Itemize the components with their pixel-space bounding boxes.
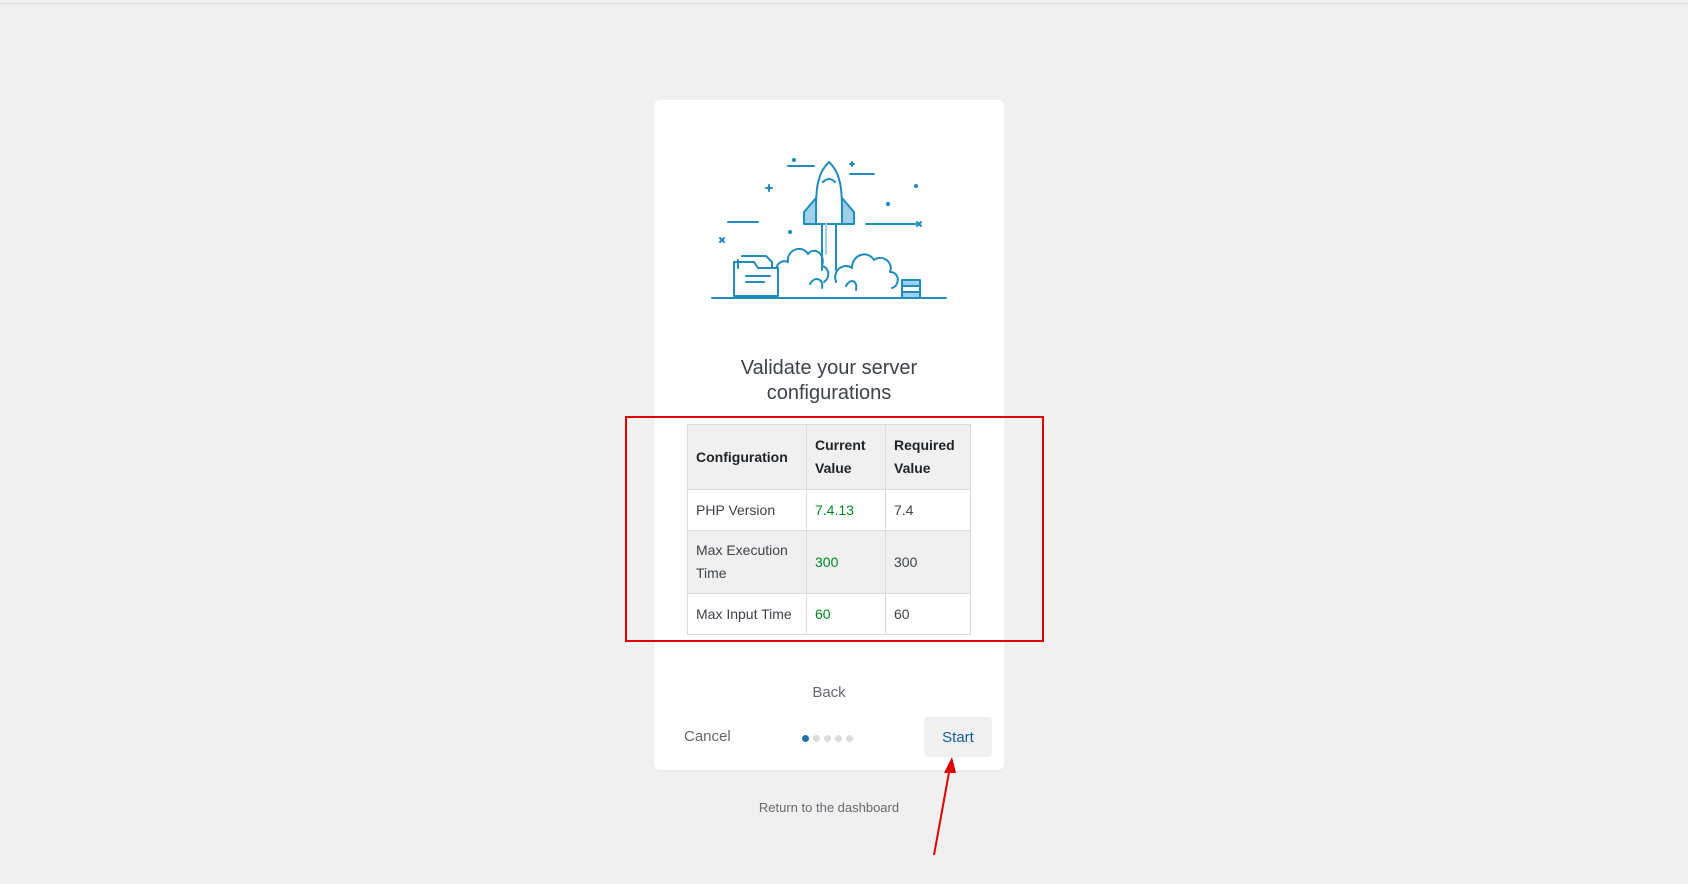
required-value: 7.4 xyxy=(885,489,971,531)
required-value: 60 xyxy=(885,593,971,635)
step-dot-4 xyxy=(835,735,842,742)
page-title-line1: Validate your server xyxy=(740,357,918,379)
step-dot-2 xyxy=(813,735,820,742)
table-header-row: Configuration Current Value Required Val… xyxy=(687,424,971,490)
current-value: 300 xyxy=(806,530,886,594)
step-dot-3 xyxy=(824,735,831,742)
header-current-line1: Current xyxy=(815,437,866,453)
table-row: Max Input Time 60 60 xyxy=(687,593,971,635)
cancel-link[interactable]: Cancel xyxy=(684,728,731,745)
config-name: PHP Version xyxy=(687,489,807,531)
server-config-table: Configuration Current Value Required Val… xyxy=(687,424,971,635)
config-name: Max Execution Time xyxy=(687,530,807,594)
config-name: Max Input Time xyxy=(687,593,807,635)
rocket-launch-illustration-icon xyxy=(711,158,947,299)
config-name-line1: Max Execution xyxy=(696,542,788,558)
start-button[interactable]: Start xyxy=(924,717,992,757)
step-dot-5 xyxy=(846,735,853,742)
header-current-value: Current Value xyxy=(806,424,886,490)
required-value: 300 xyxy=(885,530,971,594)
config-name-line2: Time xyxy=(696,565,727,581)
step-dot-1 xyxy=(802,735,809,742)
setup-wizard-card: Validate your server configurations Conf… xyxy=(654,100,1004,770)
page-title-line2: configurations xyxy=(766,382,892,404)
header-required-value: Required Value xyxy=(885,424,971,490)
top-divider xyxy=(0,3,1688,4)
table-row: PHP Version 7.4.13 7.4 xyxy=(687,489,971,531)
back-link[interactable]: Back xyxy=(654,684,1004,701)
header-configuration: Configuration xyxy=(687,424,807,490)
header-required-line1: Required xyxy=(894,437,955,453)
header-required-line2: Value xyxy=(894,460,931,476)
current-value: 7.4.13 xyxy=(806,489,886,531)
table-row: Max Execution Time 300 300 xyxy=(687,530,971,594)
step-progress-dots xyxy=(802,735,853,742)
page-title: Validate your server configurations xyxy=(654,356,1004,406)
current-value: 60 xyxy=(806,593,886,635)
return-to-dashboard-link[interactable]: Return to the dashboard xyxy=(654,800,1004,815)
header-current-line2: Value xyxy=(815,460,852,476)
